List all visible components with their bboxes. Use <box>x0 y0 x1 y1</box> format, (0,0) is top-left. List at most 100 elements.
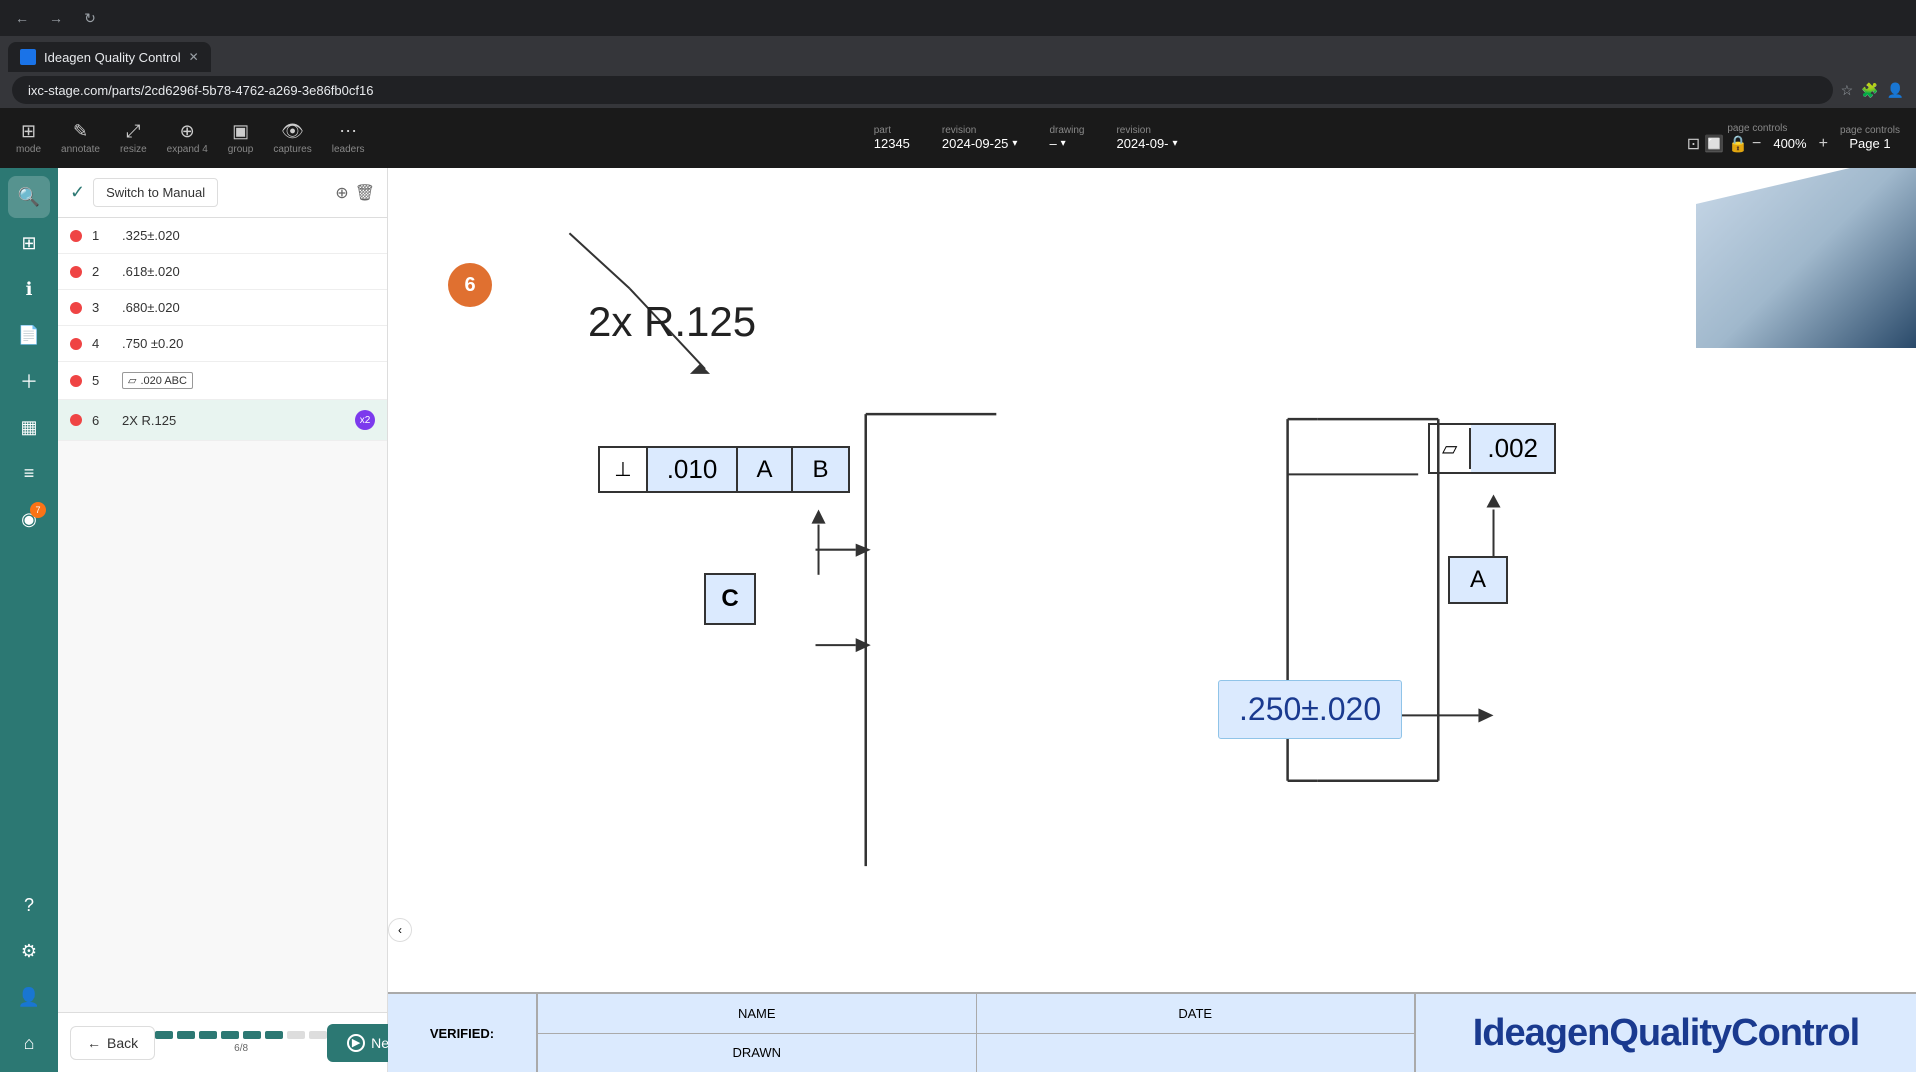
inspection-row[interactable]: 4 .750 ±0.20 <box>58 326 387 362</box>
toolbar-group-leaders[interactable]: ⋯ leaders <box>332 121 365 155</box>
inspection-row[interactable]: 5 ▱.020 ABC <box>58 362 387 400</box>
revision-label: revision <box>942 125 976 136</box>
star-icon[interactable]: ☆ <box>1841 82 1854 99</box>
sidebar-document[interactable]: 📄 <box>8 314 50 356</box>
radius-annotation: 2x R.125 <box>588 298 756 346</box>
date-cell: DATE <box>977 994 1415 1033</box>
drawing-label: drawing <box>1049 125 1084 136</box>
browser-bar: ← → ↻ <box>0 0 1916 36</box>
zoom-fit-btn[interactable]: ⊡ <box>1687 134 1700 154</box>
zoom-in-btn[interactable]: + <box>1819 135 1828 153</box>
inspection-row[interactable]: 6 2X R.125 x2 <box>58 400 387 441</box>
title-drawn-row: DRAWN <box>538 1034 1414 1072</box>
status-dot <box>70 230 82 242</box>
symbol-box: ▱.020 ABC <box>122 372 193 389</box>
zoom-out-btn[interactable]: − <box>1752 135 1761 153</box>
check-icon: ✓ <box>70 182 85 203</box>
zoom-page-btn[interactable]: 🔲 <box>1704 134 1724 154</box>
toolbar-group-expand[interactable]: ⊕ expand 4 <box>167 121 208 155</box>
delete-action-btn[interactable]: 🗑 <box>355 183 375 203</box>
back-btn[interactable]: ← <box>8 4 36 32</box>
address-icons: ☆ 🧩 👤 <box>1841 82 1904 99</box>
active-tab[interactable]: Ideagen Quality Control ✕ <box>8 42 211 72</box>
toolbar-group-captures[interactable]: 👁 captures <box>273 121 311 155</box>
sidebar-help[interactable]: ? <box>8 884 50 926</box>
resize-label: resize <box>120 144 147 155</box>
dot-7 <box>287 1031 305 1039</box>
toolbar-group-group[interactable]: ▣ group <box>228 121 254 155</box>
tab-close[interactable]: ✕ <box>189 50 199 64</box>
zoom-display: 400% <box>1765 134 1814 153</box>
dot-1 <box>155 1031 173 1039</box>
badge-count: 7 <box>30 502 46 518</box>
fcf-box: ⊥ .010 A B <box>598 446 850 493</box>
row-number: 5 <box>92 373 112 388</box>
sidebar-add[interactable]: ＋ <box>8 360 50 402</box>
mode-icon: ⊞ <box>21 121 36 142</box>
sidebar-dashboard[interactable]: ⊞ <box>8 222 50 264</box>
panel-collapse-btn[interactable]: ‹ <box>388 918 412 942</box>
row-number: 1 <box>92 228 112 243</box>
app-toolbar: ⊞ mode ✎ annotate ⤢ resize ⊕ expand 4 ▣ … <box>0 108 1916 168</box>
revision-dropdown-icon[interactable]: ▾ <box>1012 138 1017 149</box>
leaders-icon: ⋯ <box>339 121 357 142</box>
page-controls: ⊡ 🔲 🔒 − 400% + <box>1687 134 1828 154</box>
balloon-number: 6 <box>464 274 475 297</box>
switch-to-manual-btn[interactable]: Switch to Manual <box>93 178 218 207</box>
row-value: 2X R.125 <box>122 413 345 428</box>
dot-6 <box>265 1031 283 1039</box>
refresh-btn[interactable]: ↻ <box>76 4 104 32</box>
group-icon: ▣ <box>232 121 249 142</box>
drawing-revision-label: revision <box>1116 125 1150 136</box>
drawing-canvas: 6 2x R.125 ⊥ .010 A B C ▱ .002 A .250±.0… <box>388 168 1916 1072</box>
sidebar-home[interactable]: ⌂ <box>8 1022 50 1064</box>
sidebar-search[interactable]: 🔍 <box>8 176 50 218</box>
back-button[interactable]: ← Back <box>70 1026 155 1060</box>
forward-btn[interactable]: → <box>42 4 70 32</box>
back-label: Back <box>107 1035 138 1051</box>
row-number: 4 <box>92 336 112 351</box>
datum-c-label: C <box>721 585 738 613</box>
sidebar-table[interactable]: ▦ <box>8 406 50 448</box>
toolbar-groups: ⊞ mode ✎ annotate ⤢ resize ⊕ expand 4 ▣ … <box>16 121 365 155</box>
title-header-row: NAME DATE <box>538 994 1414 1034</box>
brand-block: IdeagenQualityControl <box>1416 994 1916 1072</box>
add-action-btn[interactable]: ⊕ <box>335 183 348 203</box>
toolbar-group-annotate[interactable]: ✎ annotate <box>61 121 100 155</box>
status-dot <box>70 266 82 278</box>
name-cell: NAME <box>538 994 977 1033</box>
toolbar-group-resize[interactable]: ⤢ resize <box>120 121 147 155</box>
title-rows: NAME DATE DRAWN <box>538 994 1416 1072</box>
fcf-datum-b: B <box>793 448 848 491</box>
sidebar-info[interactable]: ℹ <box>8 268 50 310</box>
drawing-dropdown-icon[interactable]: ▾ <box>1061 138 1066 149</box>
drawing-revision-dropdown-icon[interactable]: ▾ <box>1173 138 1178 149</box>
header-actions: ⊕ 🗑 <box>335 183 375 203</box>
sidebar-layers[interactable]: ≡ <box>8 452 50 494</box>
inspection-row[interactable]: 2 .618±.020 <box>58 254 387 290</box>
progress-label: 6/8 <box>234 1043 248 1054</box>
toolbar-group-mode[interactable]: ⊞ mode <box>16 121 41 155</box>
part-label: part <box>874 125 891 136</box>
row-number: 2 <box>92 264 112 279</box>
fcf-tolerance: .010 <box>648 448 738 491</box>
expand-label: expand 4 <box>167 144 208 155</box>
fcf-datum-a: A <box>738 448 793 491</box>
lock-btn[interactable]: 🔒 <box>1728 134 1748 154</box>
group-label: group <box>228 144 254 155</box>
inspection-row[interactable]: 1 .325±.020 <box>58 218 387 254</box>
page-nav-group: page controls Page 1 <box>1840 125 1900 151</box>
parallelism-symbol: ▱ <box>1430 428 1471 469</box>
profile-icon[interactable]: 👤 <box>1887 82 1904 99</box>
dot-4 <box>221 1031 239 1039</box>
title-verified: VERIFIED: <box>388 994 538 1072</box>
sidebar-badge[interactable]: ◉ 7 <box>8 498 50 540</box>
sidebar-user[interactable]: 👤 <box>8 976 50 1018</box>
inspection-row[interactable]: 3 .680±.020 <box>58 290 387 326</box>
page-nav-label: page controls <box>1840 125 1900 136</box>
row-value: .618±.020 <box>122 264 375 279</box>
extension-icon[interactable]: 🧩 <box>1861 82 1878 99</box>
sidebar-settings[interactable]: ⚙ <box>8 930 50 972</box>
row-number: 6 <box>92 413 112 428</box>
url-input[interactable] <box>12 76 1833 104</box>
